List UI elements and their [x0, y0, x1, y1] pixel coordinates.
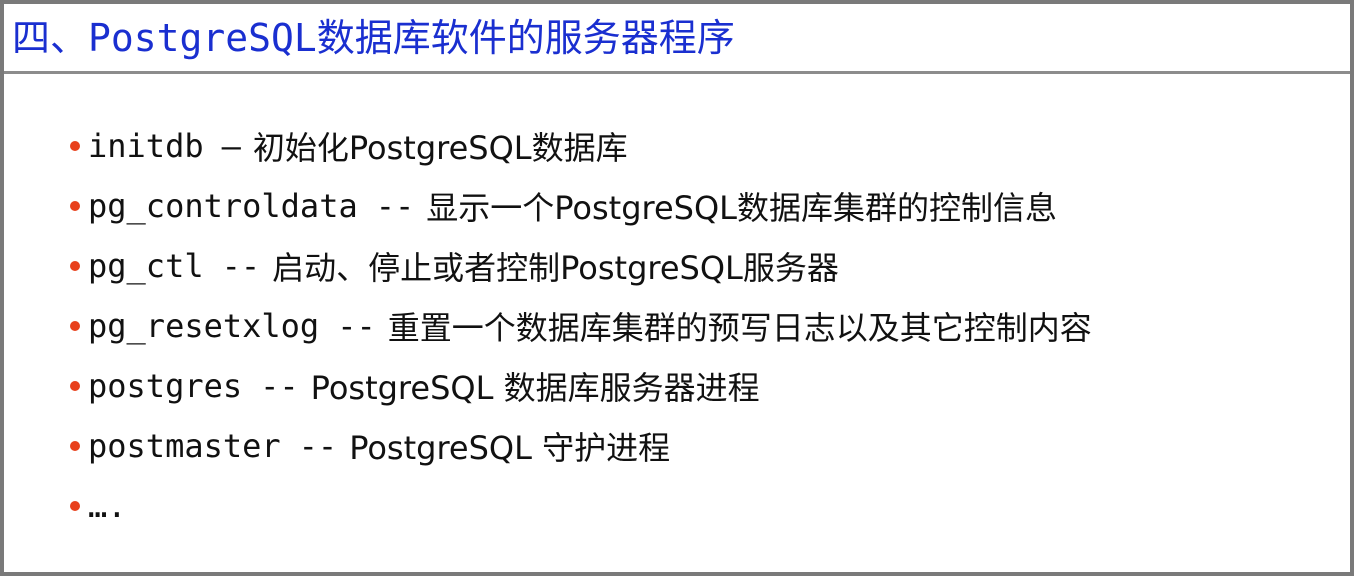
list-item: pg_resetxlog -- 重置一个数据库集群的预写日志以及其它控制内容: [70, 296, 1092, 356]
slide: 四、PostgreSQL数据库软件的服务器程序 initdb – 初始化Post…: [0, 0, 1354, 576]
command-description: 重置一个数据库集群的预写日志以及其它控制内容: [387, 309, 1092, 347]
bullet-dot-icon: [70, 141, 80, 151]
bullet-dot-icon: [70, 321, 80, 331]
list-item: pg_controldata -- 显示一个PostgreSQL数据库集群的控制…: [70, 176, 1092, 236]
command-name: pg_ctl: [88, 247, 204, 285]
separator: --: [260, 367, 299, 405]
title-band: 四、PostgreSQL数据库软件的服务器程序: [4, 4, 1350, 74]
separator: --: [337, 307, 376, 345]
list-item: initdb – 初始化PostgreSQL数据库: [70, 116, 1092, 176]
list-item: pg_ctl -- 启动、停止或者控制PostgreSQL服务器: [70, 236, 1092, 296]
bullet-dot-icon: [70, 201, 80, 211]
command-description: PostgreSQL 守护进程: [349, 429, 671, 467]
command-name: pg_controldata: [88, 187, 358, 225]
command-name: pg_resetxlog: [88, 307, 320, 345]
bullet-dot-icon: [70, 261, 80, 271]
bullet-dot-icon: [70, 381, 80, 391]
bullet-dot-icon: [70, 441, 80, 451]
command-name: postgres: [88, 367, 243, 405]
separator: --: [221, 247, 261, 285]
command-description: 初始化PostgreSQL数据库: [252, 129, 628, 167]
command-description: 显示一个PostgreSQL数据库集群的控制信息: [426, 189, 1057, 227]
bullet-list: initdb – 初始化PostgreSQL数据库 pg_controldata…: [70, 116, 1092, 536]
separator: --: [298, 427, 338, 465]
separator: –: [221, 127, 241, 165]
separator: --: [375, 187, 415, 225]
slide-title: 四、PostgreSQL数据库软件的服务器程序: [12, 16, 735, 60]
command-name: postmaster: [88, 427, 281, 465]
bullet-dot-icon: [70, 501, 80, 511]
ellipsis-text: ….: [88, 487, 127, 525]
list-item: ….: [70, 476, 1092, 536]
command-name: initdb: [88, 127, 204, 165]
list-item: postmaster -- PostgreSQL 守护进程: [70, 416, 1092, 476]
list-item: postgres -- PostgreSQL 数据库服务器进程: [70, 356, 1092, 416]
command-description: PostgreSQL 数据库服务器进程: [310, 369, 760, 407]
command-description: 启动、停止或者控制PostgreSQL服务器: [272, 249, 839, 287]
